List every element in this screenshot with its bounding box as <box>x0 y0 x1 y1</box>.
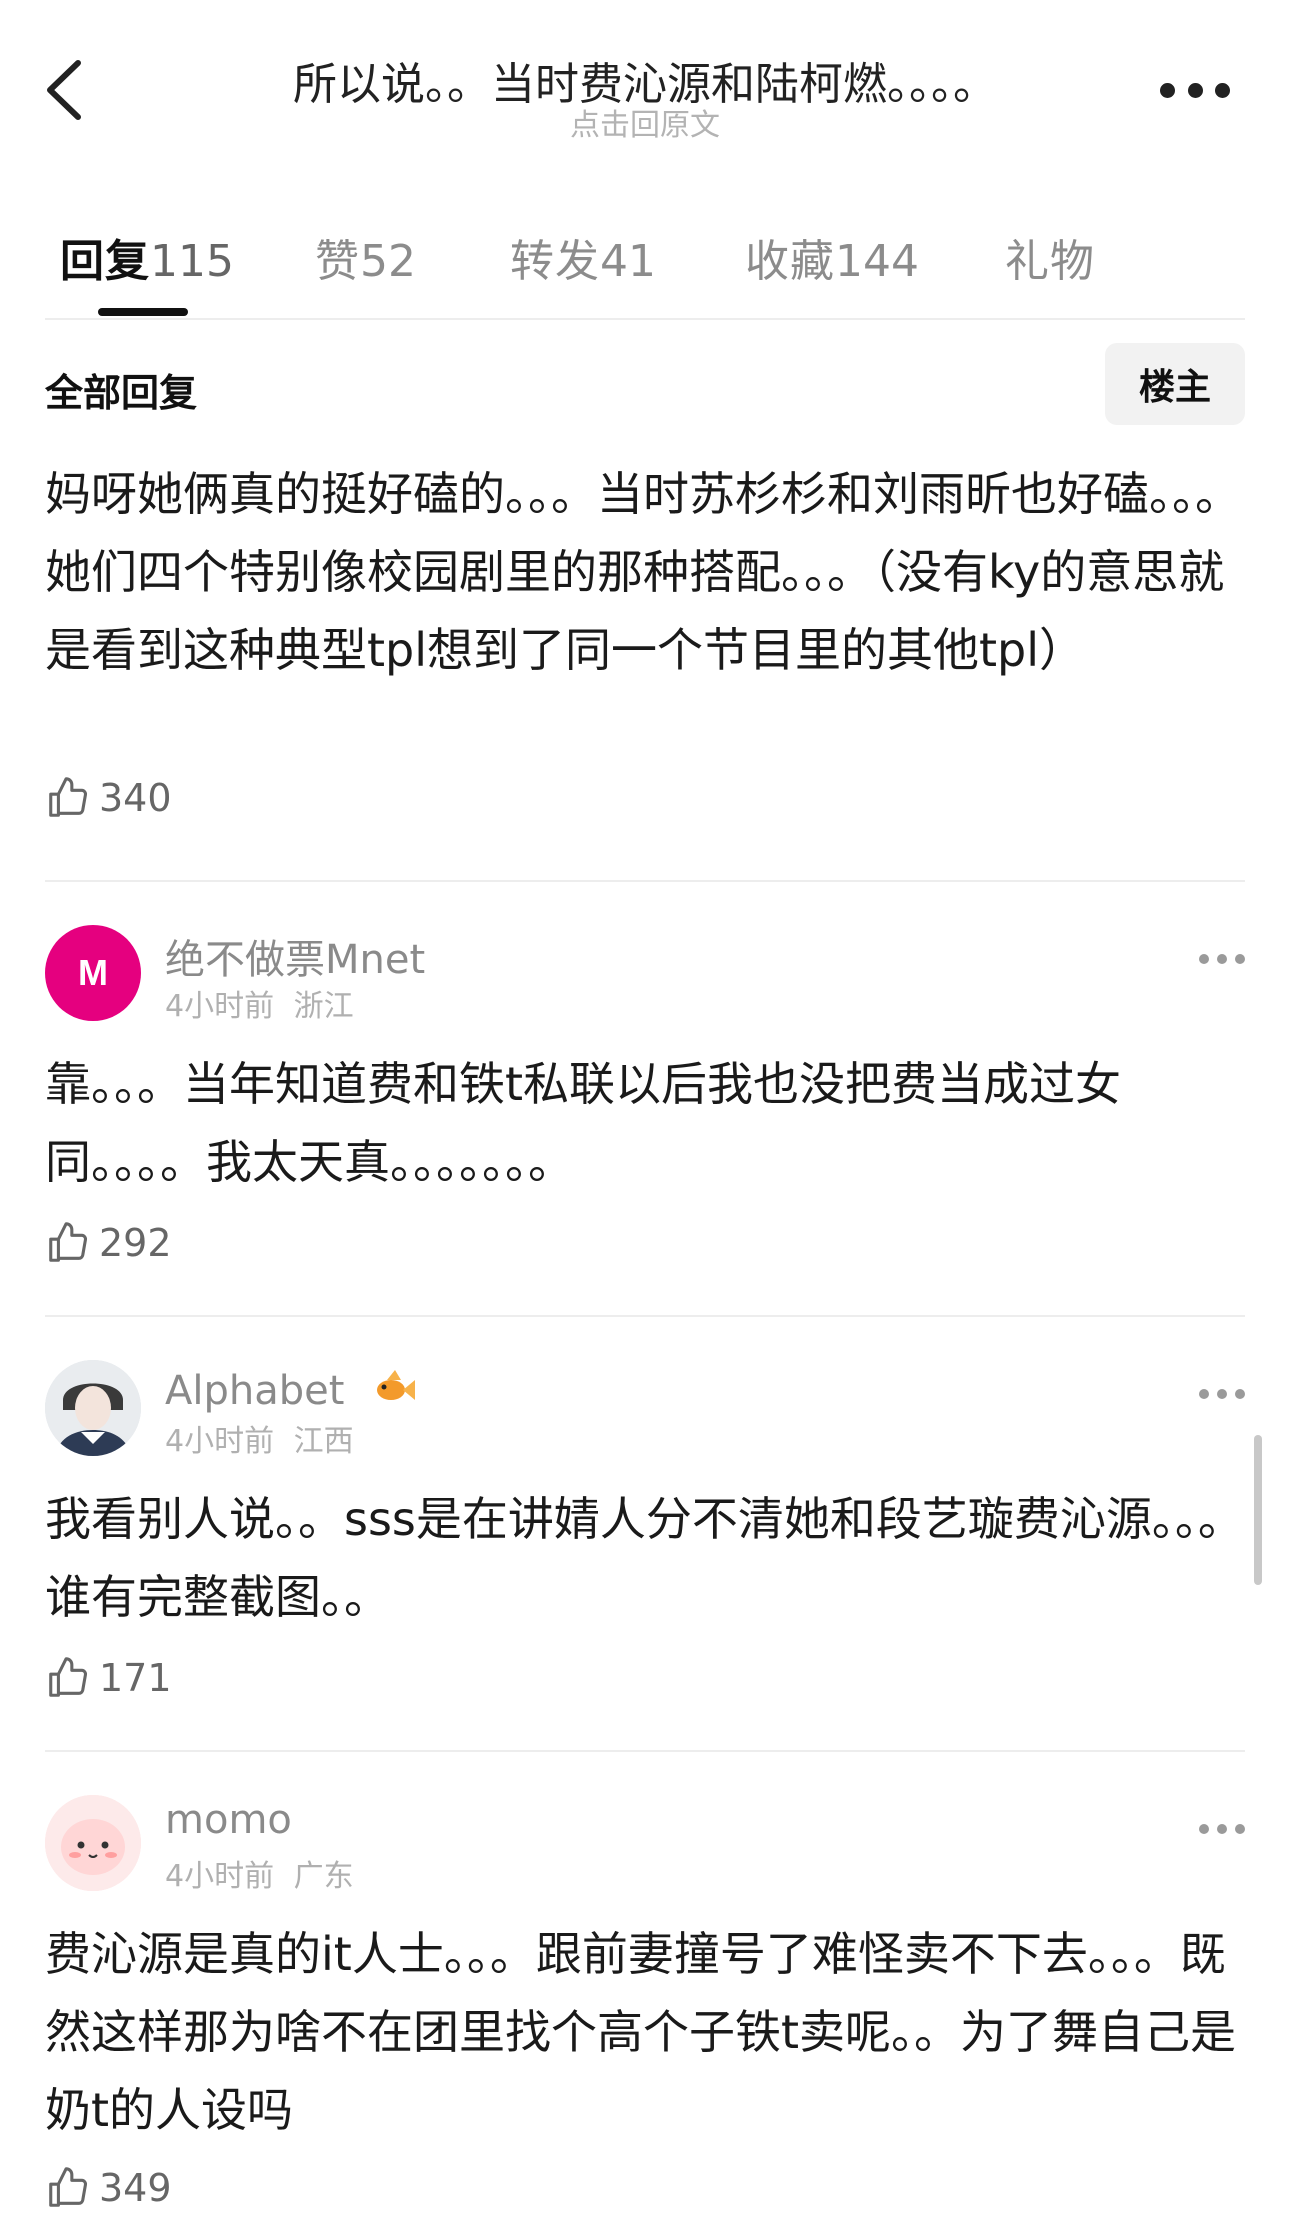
author-name[interactable]: 绝不做票Mnet <box>165 927 425 985</box>
comment-text: 妈呀她俩真的挺好磕的。。。当时苏杉杉和刘雨昕也好磕。。。她们四个特别像校园剧里的… <box>45 467 1241 677</box>
comment-header: Alphabet 4小时前 江西 <box>45 1360 1245 1460</box>
like-count: 340 <box>99 776 172 820</box>
author-name[interactable]: Alphabet <box>165 1362 419 1424</box>
comment-time: 4小时前 <box>165 989 275 1024</box>
back-to-original-link[interactable]: 点击回原文 <box>0 100 1290 144</box>
comment-item: 妈呀她俩真的挺好磕的。。。当时苏杉杉和刘雨昕也好磕。。。她们四个特别像校园剧里的… <box>45 455 1245 820</box>
comment-time: 4小时前 <box>165 1424 275 1459</box>
like-count: 349 <box>99 2166 172 2210</box>
scrollbar[interactable] <box>1254 1435 1262 1585</box>
comment-text: 靠。。。当年知道费和铁t私联以后我也没把费当成过女同。。。。我太天真。。。。。。… <box>45 1057 1122 1189</box>
comment-meta: 4小时前 浙江 <box>165 981 354 1025</box>
avatar[interactable] <box>45 1795 141 1891</box>
comment-more-icon[interactable] <box>1199 953 1245 965</box>
tab-replies[interactable]: 回复115 <box>60 225 234 289</box>
thumbs-up-icon <box>49 1222 88 1262</box>
like-button[interactable]: 349 <box>45 2165 172 2211</box>
tabs-divider <box>45 318 1245 320</box>
tab-likes[interactable]: 赞52 <box>315 225 416 289</box>
goldfish-badge-icon <box>367 1362 419 1424</box>
top-nav-bar: 所以说。。当时费沁源和陆柯燃。。。。 点击回原文 <box>0 0 1290 170</box>
active-tab-indicator <box>98 308 188 316</box>
person-avatar-icon <box>45 1360 141 1456</box>
avatar[interactable] <box>45 1360 141 1456</box>
comment-location: 浙江 <box>293 989 354 1024</box>
comment-meta: 4小时前 江西 <box>165 1416 354 1460</box>
cartoon-avatar-icon <box>45 1795 141 1891</box>
tab-favorites[interactable]: 收藏144 <box>745 225 919 289</box>
like-count: 292 <box>99 1221 172 1265</box>
comment-location: 广东 <box>293 1859 354 1894</box>
like-button[interactable]: 340 <box>45 775 172 821</box>
comment-text: 我看别人说。。sss是在讲婧人分不清她和段艺璇费沁源。。。谁有完整截图。。 <box>45 1492 1244 1624</box>
like-button[interactable]: 292 <box>45 1220 172 1266</box>
thumbs-up-icon <box>49 2167 88 2207</box>
comment-divider <box>45 1750 1245 1752</box>
op-only-filter-button[interactable]: 楼主 <box>1105 343 1245 425</box>
tab-reposts[interactable]: 转发41 <box>510 225 656 289</box>
all-replies-heading: 全部回复 <box>45 371 198 415</box>
comment-more-icon[interactable] <box>1199 1388 1245 1400</box>
comment-header: M 绝不做票Mnet 4小时前 浙江 <box>45 925 1245 1025</box>
like-count: 171 <box>99 1656 172 1700</box>
comment-time: 4小时前 <box>165 1859 275 1894</box>
avatar[interactable]: M <box>45 925 141 1021</box>
thumbs-up-icon <box>49 1657 88 1697</box>
comment-location: 江西 <box>293 1424 354 1459</box>
comment-divider <box>45 880 1245 882</box>
comment-text: 费沁源是真的it人士。。。跟前妻撞号了难怪卖不下去。。。既然这样那为啥不在团里找… <box>45 1927 1237 2137</box>
comment-meta: 4小时前 广东 <box>165 1851 354 1895</box>
tab-gifts[interactable]: 礼物 <box>1005 225 1095 289</box>
thumbs-up-icon <box>49 777 88 817</box>
comment-header: momo 4小时前 广东 <box>45 1795 1245 1895</box>
more-options-icon[interactable] <box>1160 80 1230 100</box>
comment-more-icon[interactable] <box>1199 1823 1245 1835</box>
author-name[interactable]: momo <box>165 1797 292 1843</box>
like-button[interactable]: 171 <box>45 1655 172 1701</box>
comment-divider <box>45 1315 1245 1317</box>
